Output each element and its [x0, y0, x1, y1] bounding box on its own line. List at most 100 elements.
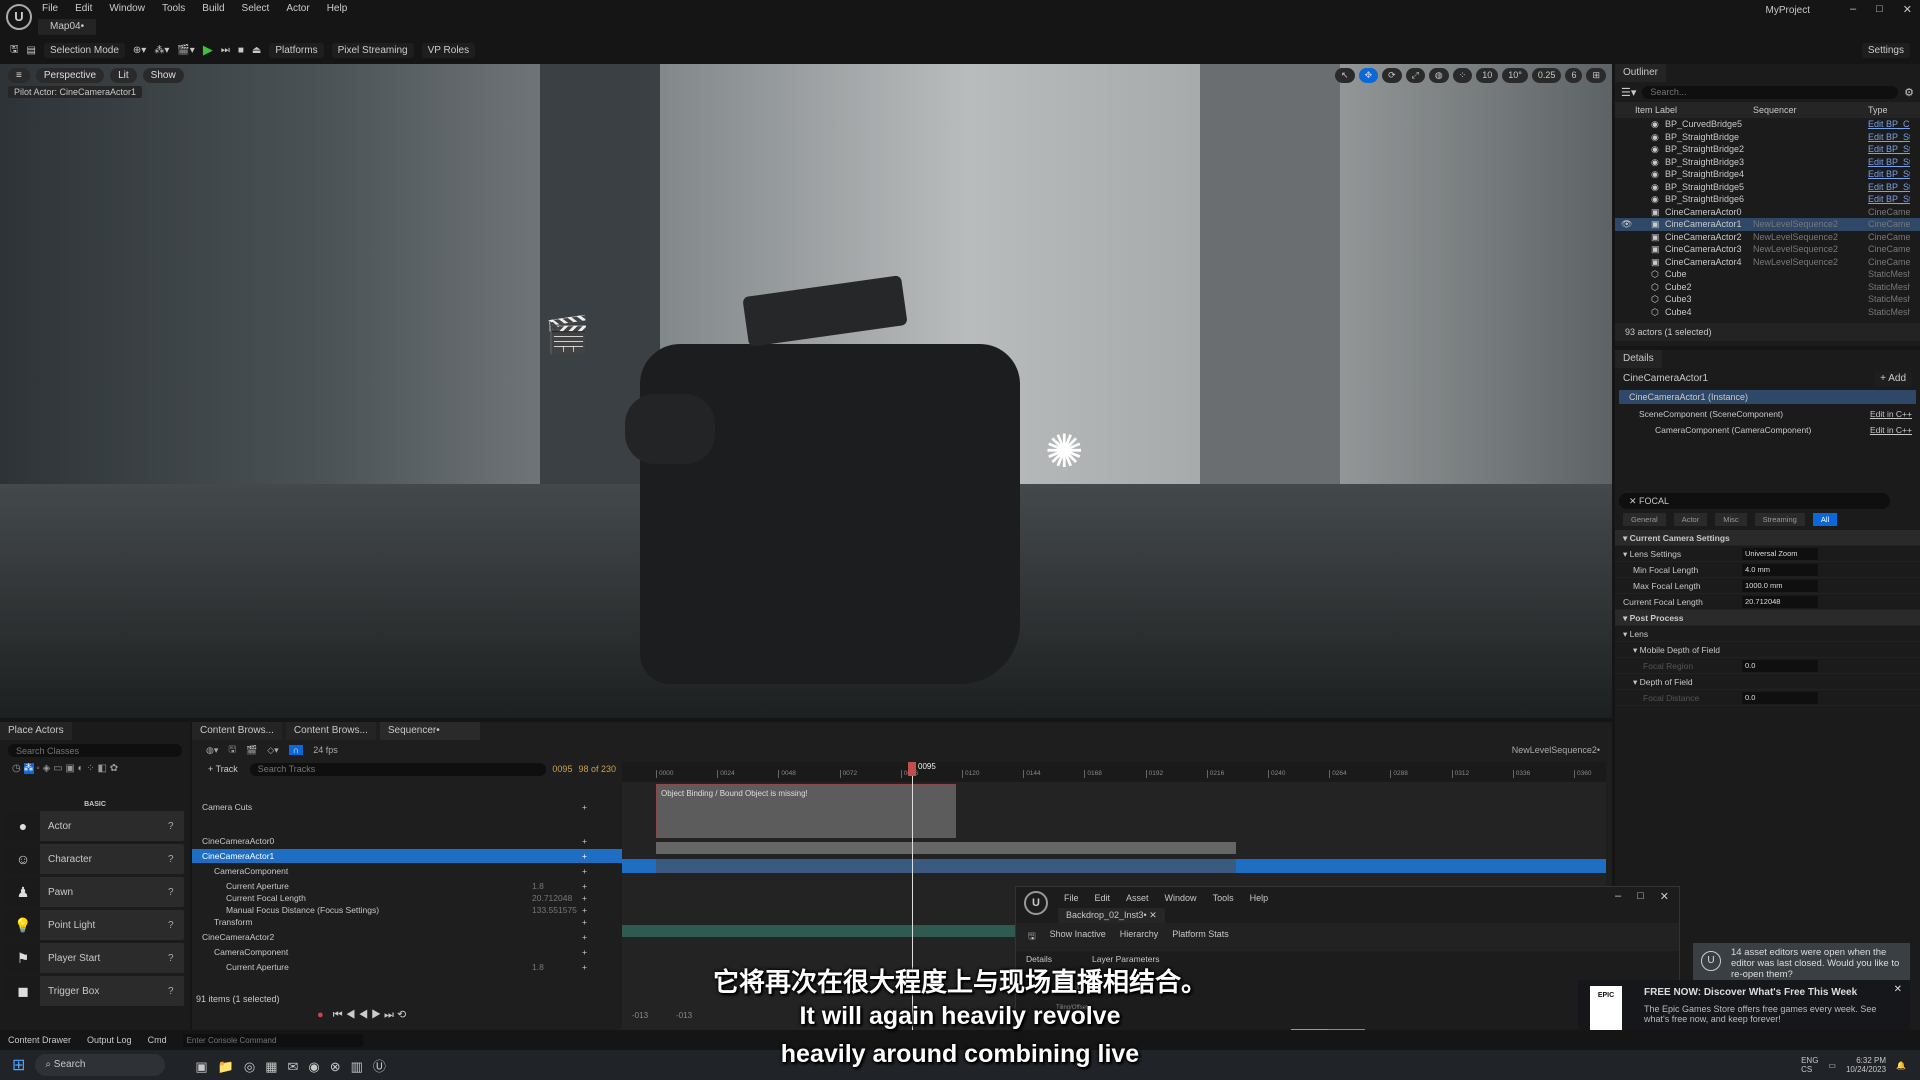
- outliner-search-input[interactable]: [1642, 85, 1899, 99]
- component-row[interactable]: CameraComponent (CameraComponent) Edit in…: [1615, 422, 1920, 438]
- outliner-row[interactable]: ⬡ Cube2 StaticMesh: [1615, 281, 1920, 294]
- category-icons[interactable]: ◷ ⁂ ◦ ◈ ▭ ▣ ◐ ⁘ ◧ ✿: [0, 761, 190, 801]
- property-row[interactable]: ▾ Current Camera Settings: [1615, 530, 1920, 546]
- missing-binding-section[interactable]: Object Binding / Bound Object is missing…: [656, 784, 956, 838]
- track-row[interactable]: Transform +: [192, 915, 622, 929]
- menu-select[interactable]: Select: [242, 3, 270, 14]
- item-type[interactable]: Edit BP_St: [1868, 168, 1910, 181]
- column-type[interactable]: Type: [1868, 102, 1888, 118]
- property-row[interactable]: ▾ Mobile Depth of Field: [1615, 642, 1920, 658]
- item-type[interactable]: Edit BP_St: [1868, 193, 1910, 206]
- search-tracks-input[interactable]: [249, 762, 547, 776]
- surface-snap-icon[interactable]: ⁘: [1452, 68, 1473, 83]
- help-icon[interactable]: ?: [168, 821, 184, 832]
- filter-general[interactable]: General: [1623, 513, 1666, 526]
- world-icon[interactable]: ◍: [1428, 68, 1449, 83]
- scale-tool-icon[interactable]: ⤢: [1405, 68, 1425, 83]
- edit-cpp-link[interactable]: Edit in C++: [1870, 406, 1912, 422]
- menu-file[interactable]: File: [42, 3, 58, 14]
- snap-toggle[interactable]: ∩: [288, 745, 304, 755]
- property-value[interactable]: 0.0: [1742, 692, 1818, 704]
- selection-mode-dropdown[interactable]: Selection Mode: [43, 42, 125, 58]
- track-row[interactable]: CineCameraActor2 +: [192, 930, 622, 944]
- property-row[interactable]: ▾ Depth of Field: [1615, 674, 1920, 690]
- save-icon[interactable]: 🖫: [1028, 929, 1036, 945]
- clear-search-icon[interactable]: ✕: [1629, 496, 1639, 506]
- pilot-actor-label[interactable]: Pilot Actor: CineCameraActor1: [8, 86, 143, 98]
- outliner-row[interactable]: ◉ BP_StraightBridge5 Edit BP_St: [1615, 181, 1920, 194]
- outliner-row[interactable]: ◉ BP_StraightBridge3 Edit BP_St: [1615, 156, 1920, 169]
- sequencer-actor-icon[interactable]: 🎬: [545, 314, 590, 356]
- menu-actor[interactable]: Actor: [286, 3, 309, 14]
- close-button[interactable]: ✕: [1660, 890, 1669, 903]
- cinematics-icon[interactable]: 🎬▾: [177, 45, 194, 56]
- section-bar[interactable]: [656, 842, 1236, 854]
- tab-sequencer[interactable]: Sequencer•: [379, 722, 480, 740]
- place-actor-actor[interactable]: ● Actor?: [6, 811, 184, 841]
- item-type[interactable]: Edit BP_St: [1868, 143, 1910, 156]
- platform-stats-button[interactable]: Platform Stats: [1172, 929, 1229, 945]
- settings-icon[interactable]: ⚙: [1904, 86, 1914, 99]
- layout-icon[interactable]: ⊞: [1586, 68, 1606, 83]
- outliner-row[interactable]: ◉ BP_StraightBridge2 Edit BP_St: [1615, 143, 1920, 156]
- perspective-button[interactable]: Perspective: [35, 68, 105, 83]
- minimize-button[interactable]: –: [1615, 890, 1621, 903]
- property-value[interactable]: 20.712048: [1742, 596, 1818, 608]
- item-type[interactable]: Edit BP_St: [1868, 156, 1910, 169]
- column-sequencer[interactable]: Sequencer: [1753, 102, 1868, 118]
- play-button[interactable]: ▶: [203, 42, 213, 58]
- level-viewport[interactable]: ✺ 🎬 ≡ Perspective Lit Show Pilot Actor: …: [0, 64, 1612, 718]
- property-value[interactable]: Universal Zoom: [1742, 548, 1818, 560]
- render-icon[interactable]: 🎬: [246, 745, 257, 756]
- track-row[interactable]: CameraComponent +: [192, 945, 622, 959]
- filter-all[interactable]: All: [1812, 513, 1838, 526]
- menu-help[interactable]: Help: [327, 3, 348, 14]
- fps-dropdown[interactable]: 24 fps: [313, 745, 338, 755]
- expand-arrow[interactable]: ▾: [1633, 645, 1640, 655]
- outliner-row[interactable]: ⬡ Cube4 StaticMesh: [1615, 306, 1920, 319]
- eject-button[interactable]: ⏏: [252, 45, 261, 56]
- filter-misc[interactable]: Misc: [1715, 513, 1747, 526]
- outliner-row[interactable]: ◉ BP_StraightBridge4 Edit BP_St: [1615, 168, 1920, 181]
- place-actors-tab[interactable]: Place Actors: [0, 722, 72, 740]
- outliner-row[interactable]: ◉ BP_CurvedBridge5 Edit BP_Cu: [1615, 118, 1920, 131]
- component-row[interactable]: SceneComponent (SceneComponent) Edit in C…: [1615, 406, 1920, 422]
- expand-arrow[interactable]: ▾: [1633, 677, 1640, 687]
- menu-tools[interactable]: Tools: [1213, 893, 1234, 903]
- menu-asset[interactable]: Asset: [1126, 893, 1149, 903]
- outliner-row[interactable]: ▣ CineCameraActor2 NewLevelSequence2 CineCa…: [1615, 231, 1920, 244]
- show-button[interactable]: Show: [142, 68, 184, 83]
- item-type[interactable]: Edit BP_St: [1868, 181, 1910, 194]
- place-actor-pawn[interactable]: ♟ Pawn?: [6, 877, 184, 907]
- menu-file[interactable]: File: [1064, 893, 1079, 903]
- add-component-button[interactable]: + Add: [1874, 370, 1912, 386]
- add-actor-icon[interactable]: ⊕▾: [133, 45, 146, 56]
- minimize-button[interactable]: –: [1850, 3, 1856, 16]
- expand-arrow[interactable]: ▾: [1623, 549, 1630, 559]
- platforms-dropdown[interactable]: Platforms: [269, 42, 324, 58]
- property-value[interactable]: 0.0: [1742, 660, 1818, 672]
- add-key-icon[interactable]: +: [582, 800, 587, 814]
- select-tool-icon[interactable]: ↖: [1335, 68, 1355, 83]
- property-row[interactable]: Focal Region 0.0: [1615, 658, 1920, 674]
- expand-arrow[interactable]: ▾: [1623, 533, 1630, 543]
- outliner-row[interactable]: 👁 ▣ CineCameraActor1 NewLevelSequence2 CineC…: [1615, 218, 1920, 231]
- save-icon[interactable]: 🖫: [10, 42, 19, 59]
- light-icon[interactable]: ✺: [1045, 424, 1084, 478]
- search-classes-input[interactable]: [8, 744, 182, 757]
- property-row[interactable]: Current Focal Length 20.712048: [1615, 594, 1920, 610]
- current-frame[interactable]: 0095: [552, 764, 572, 774]
- add-key-icon[interactable]: +: [582, 864, 587, 878]
- outliner-tab[interactable]: Outliner: [1615, 64, 1667, 82]
- lit-button[interactable]: Lit: [110, 68, 137, 83]
- save-icon[interactable]: 🖫: [228, 742, 236, 758]
- step-button[interactable]: ⏭: [221, 45, 230, 56]
- track-row[interactable]: CineCameraActor1 +: [192, 849, 622, 863]
- outliner-row[interactable]: ⬡ Cube3 StaticMesh: [1615, 293, 1920, 306]
- track-row[interactable]: CameraComponent +: [192, 864, 622, 878]
- menu-edit[interactable]: Edit: [75, 3, 92, 14]
- track-row[interactable]: Camera Cuts +: [192, 800, 622, 814]
- place-actor-character[interactable]: ☺ Character?: [6, 844, 184, 874]
- blueprint-icon[interactable]: ⁂▾: [154, 45, 169, 56]
- filter-actor[interactable]: Actor: [1673, 513, 1708, 526]
